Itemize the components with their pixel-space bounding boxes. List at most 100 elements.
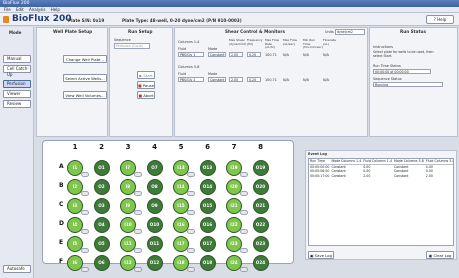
column-number-7: 7	[231, 143, 237, 151]
autosafe-button[interactable]: Autosafe	[3, 265, 31, 273]
well-C8[interactable]: O21	[252, 198, 269, 214]
well-D6[interactable]: O16	[199, 217, 216, 233]
event-log-row[interactable]: 00:00:17:00Constant2.00Constant2.000.202…	[309, 173, 453, 179]
pause-button[interactable]: ■ Pause	[137, 81, 155, 89]
channel-connector	[240, 172, 248, 177]
well-D2[interactable]: O4	[93, 217, 110, 233]
columns-5-8-label: Columns 5-8	[178, 65, 200, 69]
well-A6[interactable]: O13	[199, 160, 216, 176]
save-log-button[interactable]: ▣ Save Log	[308, 251, 334, 259]
fluid-select-1[interactable]: PBS/Gly 1	[178, 52, 204, 57]
mode-label-2: Mode	[208, 72, 218, 76]
well-E6[interactable]: O17	[199, 236, 216, 252]
well-D8[interactable]: O22	[252, 217, 269, 233]
column-number-2: 2	[99, 143, 104, 151]
event-log-cell: 2.00	[425, 173, 433, 178]
channel-connector	[240, 248, 248, 253]
column-number-1: 1	[72, 143, 78, 151]
event-log-cell: Constant	[394, 173, 409, 178]
sequence-status-label: Sequence Status	[373, 77, 402, 81]
event-log-body: 00:00:00:00Constant0.00Constant0.000.000…	[309, 164, 453, 179]
well-B2[interactable]: O2	[93, 179, 110, 195]
well-E2[interactable]: O5	[93, 236, 110, 252]
plate-serial: Plate S/N: 0x19	[68, 18, 105, 23]
well-A8[interactable]: O19	[252, 160, 269, 176]
menu-help[interactable]: Help	[51, 7, 60, 12]
well-C6[interactable]: O15	[199, 198, 216, 214]
well-B4[interactable]: O8	[146, 179, 163, 195]
channel-connector	[240, 210, 248, 215]
min-run-time-1: N/A	[303, 53, 309, 57]
channel-connector	[134, 210, 142, 215]
event-log-panel: Event Log Run Time Mode Columns 1-4 Fluid …	[305, 150, 457, 260]
select-active-wells-button[interactable]: Select Active Wells...	[63, 74, 107, 82]
abort-button[interactable]: ■ Abort	[137, 91, 155, 99]
mode-cell-catch-button[interactable]: Cell Catch-Up	[3, 65, 31, 77]
frequency-input-2[interactable]: 0.20	[247, 77, 261, 82]
mode-title: Mode	[9, 30, 22, 35]
menu-file[interactable]: File	[4, 7, 11, 12]
well-F6[interactable]: O18	[199, 255, 216, 271]
instructions-text: Select plate for wells to be used, then …	[373, 50, 434, 58]
channel-connector	[81, 267, 89, 272]
sequence-select[interactable]: Perfusion (Cycle)	[114, 43, 150, 49]
frequency-input-1[interactable]: 0.20	[247, 52, 261, 57]
fluid-label-2: Fluid	[178, 72, 187, 76]
change-well-plate-button[interactable]: Change Well Plate...	[63, 55, 107, 63]
view-well-volumes-button[interactable]: View Well Volumes...	[63, 91, 107, 99]
run-status-panel: Run Status Instructions Select plate for…	[369, 27, 458, 137]
well-F8[interactable]: O24	[252, 255, 269, 271]
max-shear-header: Max Shear (dyne/cm2)	[229, 38, 247, 46]
well-C2[interactable]: O3	[93, 198, 110, 214]
max-flow-1: N/A	[283, 53, 289, 57]
mode-select-2[interactable]: Constant	[208, 77, 226, 82]
mode-viewer-button[interactable]: Viewer	[3, 90, 31, 98]
channel-connector	[134, 248, 142, 253]
event-log-cell: Constant	[331, 173, 346, 178]
app-name: BioFlux 200	[12, 14, 72, 24]
channel-connector	[81, 172, 89, 177]
units-select[interactable]: dyne/cm2	[335, 29, 365, 35]
help-button[interactable]: ? Help	[426, 15, 454, 24]
max-shear-input-2[interactable]: 2.00	[229, 77, 243, 82]
well-B8[interactable]: O20	[252, 179, 269, 195]
max-shear-input-1[interactable]: 2.00	[229, 52, 243, 57]
well-B6[interactable]: O14	[199, 179, 216, 195]
well-F2[interactable]: O6	[93, 255, 110, 271]
sequence-status-value: Running	[373, 82, 443, 87]
well-D4[interactable]: O10	[146, 217, 163, 233]
units-label: Units	[325, 30, 334, 34]
clear-log-button[interactable]: ▣ Clear Log	[426, 251, 454, 259]
mode-manual-button[interactable]: Manual	[3, 55, 31, 63]
row-letter-E: E	[59, 239, 64, 246]
mode-review-button[interactable]: Review	[3, 100, 31, 108]
channel-connector	[81, 248, 89, 253]
max-flow-rate-2: 100.71	[265, 78, 277, 82]
event-log-cell: 00:00:17:00	[310, 173, 330, 178]
bioflux-logo-icon	[3, 16, 9, 23]
well-A4[interactable]: O7	[146, 160, 163, 176]
channel-connector	[81, 210, 89, 215]
fluid-select-2[interactable]: PBS/Gly 2	[178, 77, 204, 82]
event-log-table: Run Time Mode Columns 1-4 Fluid Columns 1-…	[309, 159, 453, 179]
channel-connector	[81, 229, 89, 234]
well-F4[interactable]: O12	[146, 255, 163, 271]
mode-perfusion-button[interactable]: Perfusion	[3, 80, 31, 88]
row-letter-D: D	[59, 220, 64, 227]
start-button[interactable]: ▶ Start	[137, 71, 155, 79]
run-time-value: 00:00:00 of 00:00:00	[373, 69, 431, 74]
fluid-label-1: Fluid	[178, 47, 187, 51]
max-flow-rate-1: 100.71	[265, 53, 277, 57]
run-setup-panel: Run Setup Sequence Perfusion (Cycle) ▶ S…	[109, 27, 173, 137]
mode-select-1[interactable]: Constant	[208, 52, 226, 57]
well-A2[interactable]: O1	[93, 160, 110, 176]
event-log-table-box: Run Time Mode Columns 1-4 Fluid Columns 1-…	[308, 158, 454, 246]
min-run-time-header: Min Run Time (hrs:min:sec)	[303, 38, 323, 50]
menu-edit[interactable]: Edit	[16, 7, 24, 12]
column-number-4: 4	[152, 143, 157, 151]
well-C4[interactable]: O9	[146, 198, 163, 214]
channel-connector	[187, 191, 195, 196]
menu-analysis[interactable]: Analysis	[29, 7, 45, 12]
well-E4[interactable]: O11	[146, 236, 163, 252]
well-E8[interactable]: O23	[252, 236, 269, 252]
